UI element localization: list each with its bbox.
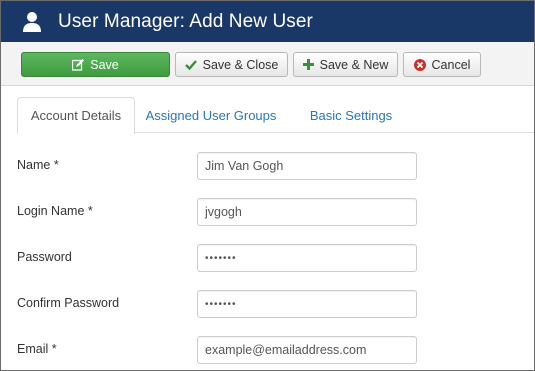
tab-bar: Account Details Assigned User Groups Bas… <box>17 97 534 134</box>
email-row: Email * example@emailaddress.com <box>1 336 534 364</box>
confirm-password-label: Confirm Password <box>17 296 120 310</box>
save-and-new-label: Save & New <box>319 57 389 72</box>
login-name-label: Login Name * <box>17 204 93 218</box>
toolbar: Save Save & Close Save & New Cancel <box>1 42 534 86</box>
user-icon <box>22 11 42 33</box>
cancel-icon <box>413 58 426 71</box>
save-and-close-label: Save & Close <box>202 57 279 72</box>
cancel-button[interactable]: Cancel <box>403 52 481 77</box>
cancel-label: Cancel <box>431 57 471 72</box>
title-bar: User Manager: Add New User <box>1 1 534 42</box>
save-and-close-button[interactable]: Save & Close <box>175 52 288 77</box>
tab-account-details[interactable]: Account Details <box>17 97 135 134</box>
save-and-new-button[interactable]: Save & New <box>293 52 398 77</box>
save-button[interactable]: Save <box>21 52 170 77</box>
edit-icon <box>72 58 85 71</box>
name-label: Name * <box>17 158 59 172</box>
check-icon <box>184 60 197 70</box>
confirm-password-field[interactable]: ••••••• <box>197 290 417 318</box>
page-title: User Manager: Add New User <box>58 10 313 32</box>
email-label: Email * <box>17 342 57 356</box>
tab-basic-settings[interactable]: Basic Settings <box>301 97 401 133</box>
login-name-field[interactable]: jvgogh <box>197 198 417 226</box>
email-field[interactable]: example@emailaddress.com <box>197 336 417 364</box>
save-label: Save <box>90 57 119 72</box>
tab-assigned-user-groups[interactable]: Assigned User Groups <box>141 97 281 133</box>
name-field[interactable]: Jim Van Gogh <box>197 152 417 180</box>
name-row: Name * Jim Van Gogh <box>1 152 534 180</box>
password-label: Password <box>17 250 72 264</box>
confirm-password-row: Confirm Password ••••••• <box>1 290 534 318</box>
login-name-row: Login Name * jvgogh <box>1 198 534 226</box>
password-field[interactable]: ••••••• <box>197 244 417 272</box>
password-row: Password ••••••• <box>1 244 534 272</box>
plus-icon <box>302 59 314 70</box>
